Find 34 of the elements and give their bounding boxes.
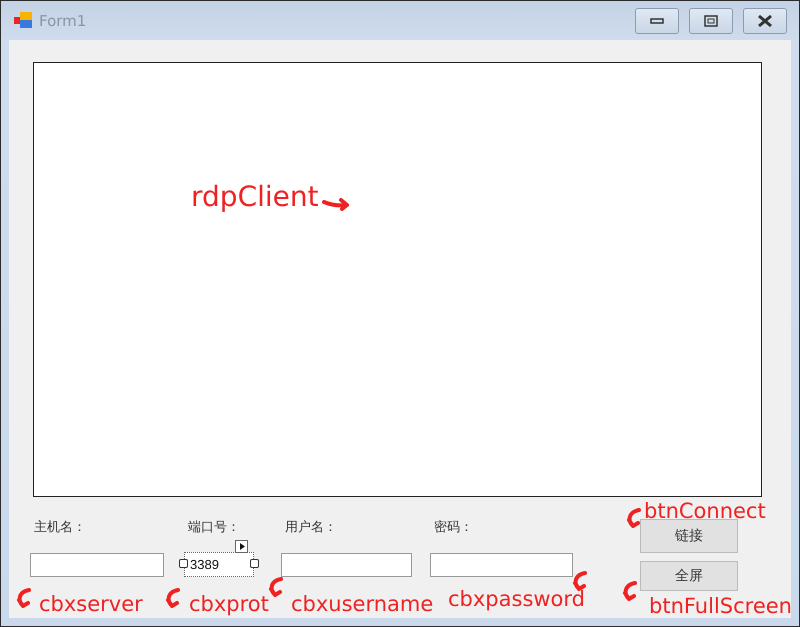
maximize-icon (704, 14, 718, 26)
close-icon (757, 14, 773, 28)
field-label: 用户名： (284, 519, 338, 535)
curved-arrow-icon (164, 586, 182, 610)
curved-arrow-icon (621, 579, 639, 603)
annotation-label: btnFullScreen (649, 596, 792, 617)
minimize-button[interactable] (635, 8, 679, 34)
field-label: 密码： (433, 519, 474, 535)
input-field[interactable] (281, 553, 412, 577)
form-button[interactable]: 全屏 (640, 561, 738, 591)
arrow-icon (321, 197, 351, 211)
annotation-label: cbxserver (39, 594, 143, 615)
input-field[interactable] (30, 553, 164, 577)
input-field[interactable] (430, 553, 573, 577)
window-title: Form1 (39, 12, 88, 30)
curved-arrow-icon (15, 586, 33, 610)
close-button[interactable] (743, 8, 787, 34)
annotation-label: cbxprot (189, 594, 269, 615)
resize-handle-icon[interactable] (250, 559, 259, 568)
form-button[interactable]: 链接 (640, 519, 738, 553)
curved-arrow-icon (625, 506, 643, 530)
field-label: 主机名： (33, 519, 87, 535)
annotation-label: rdpClient (191, 183, 319, 211)
field-label: 端口号： (187, 519, 241, 535)
curved-arrow-icon (267, 575, 285, 599)
annotation-label: btnConnect (644, 501, 766, 522)
app-icon (14, 12, 33, 29)
maximize-button[interactable] (689, 8, 733, 34)
resize-handle-icon[interactable] (179, 559, 188, 568)
input-field[interactable]: 3389 (184, 552, 254, 577)
smart-tag-icon[interactable] (235, 540, 248, 553)
annotation-label: cbxusername (291, 594, 434, 615)
minimize-icon (650, 18, 664, 24)
annotation-label: cbxpassword (448, 589, 586, 610)
